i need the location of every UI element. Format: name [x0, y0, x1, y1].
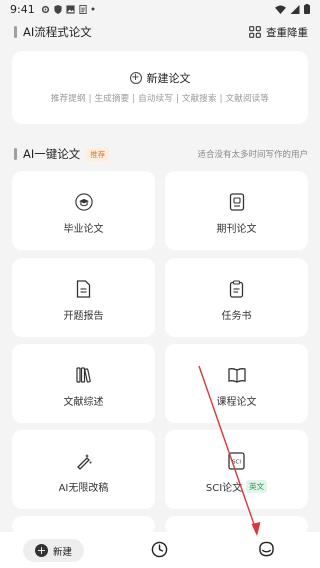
battery-icon	[304, 4, 310, 14]
card-label: 任务书	[221, 311, 252, 322]
one-click-section-header: AI一键论文 推荐 适合没有太多时间写作的用户	[14, 146, 308, 162]
plagiarism-check-label: 查重降重	[266, 26, 308, 39]
books-icon	[74, 365, 94, 385]
new-button[interactable]: + 新建	[23, 539, 84, 562]
clock-icon[interactable]	[151, 541, 168, 558]
image-icon	[66, 4, 75, 14]
document-icon	[74, 279, 94, 299]
robot-icon[interactable]	[258, 541, 275, 558]
card-label: SCI论文	[205, 483, 243, 494]
journal-icon	[227, 192, 247, 212]
card-label: 毕业论文	[63, 224, 104, 235]
grid-icon	[249, 26, 261, 38]
shield-icon	[54, 4, 62, 14]
sci-icon: SCI	[227, 451, 247, 471]
card-label: 开题报告	[63, 311, 104, 322]
card-label: 期刊论文	[216, 224, 257, 235]
card-ai-unlimited-revision[interactable]: AI无限改稿	[12, 430, 155, 509]
card-journal-paper[interactable]: 期刊论文	[165, 171, 308, 250]
plagiarism-check-button[interactable]: 查重降重	[249, 25, 308, 40]
new-paper-label: 新建论文	[146, 72, 191, 85]
card-literature-review[interactable]: 文献综述	[12, 344, 155, 423]
magic-pen-icon	[74, 451, 94, 471]
section-marker	[14, 26, 17, 38]
card-label: 课程论文	[216, 397, 257, 408]
new-button-label: 新建	[53, 546, 73, 558]
new-paper-card[interactable]: + 新建论文 推荐提纲 | 生成摘要 | 自动续写 | 文献搜索 | 文献阅读等	[12, 51, 308, 124]
new-paper-subtitle: 推荐提纲 | 生成摘要 | 自动续写 | 文献搜索 | 文献阅读等	[50, 94, 270, 104]
svg-text:SCI: SCI	[232, 460, 241, 466]
english-badge: 英文	[246, 480, 268, 493]
card-task-book[interactable]: 任务书	[165, 258, 308, 337]
card-proposal-report[interactable]: 开题报告	[12, 258, 155, 337]
flow-section-header: AI流程式论文 查重降重	[14, 24, 308, 40]
card-course-paper[interactable]: 课程论文	[165, 344, 308, 423]
graduation-cap-icon	[74, 192, 94, 212]
doc-icon	[79, 4, 87, 14]
clipboard-icon	[227, 279, 247, 299]
one-click-section-hint: 适合没有太多时间写作的用户	[197, 150, 308, 160]
wifi-icon	[275, 4, 286, 14]
notification-dot-icon	[91, 7, 95, 11]
card-graduation-thesis[interactable]: 毕业论文	[12, 171, 155, 250]
plus-icon: +	[35, 544, 48, 557]
card-label: AI无限改稿	[58, 483, 109, 494]
signal-icon	[290, 4, 300, 14]
new-paper-row: + 新建论文	[12, 70, 308, 86]
card-sci-paper[interactable]: SCI SCI论文 英文	[165, 430, 308, 509]
settings-icon	[41, 5, 49, 13]
recommend-badge: 推荐	[86, 147, 110, 161]
open-book-icon	[227, 365, 247, 385]
one-click-section-title: AI一键论文	[23, 147, 81, 161]
bottom-nav: + 新建	[0, 532, 320, 568]
section-marker	[14, 148, 17, 160]
plus-circle-icon: +	[129, 72, 142, 84]
status-bar: 9:41	[0, 0, 320, 18]
card-label: 文献综述	[63, 397, 104, 408]
status-time: 9:41	[10, 2, 35, 16]
flow-section-title: AI流程式论文	[23, 25, 92, 39]
